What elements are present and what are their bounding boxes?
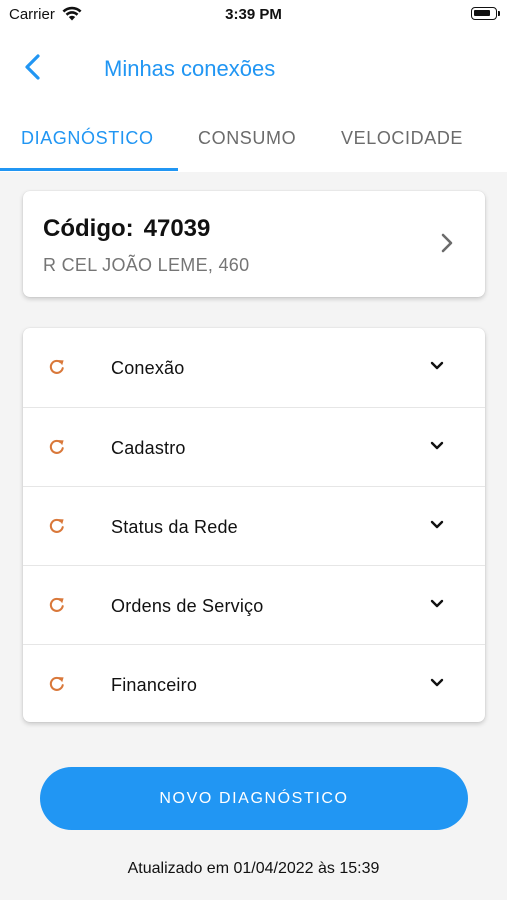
battery-level xyxy=(474,10,490,16)
diagnostic-label: Conexão xyxy=(111,358,185,378)
code-label: Código: xyxy=(43,215,134,242)
diagnostic-item-financeiro[interactable]: Financeiro xyxy=(23,644,485,723)
status-time: 3:39 PM xyxy=(225,6,282,23)
page-title: Minhas conexões xyxy=(104,56,276,81)
connection-card[interactable]: Código: 47039 R CEL JOÃO LEME, 460 xyxy=(23,191,485,297)
diagnostic-item-ordens-de-servico[interactable]: Ordens de Serviço xyxy=(23,565,485,644)
diagnostic-label: Status da Rede xyxy=(111,517,238,537)
refresh-icon xyxy=(49,676,64,691)
connection-address: R CEL JOÃO LEME, 460 xyxy=(43,255,250,275)
refresh-icon xyxy=(49,439,64,454)
refresh-icon xyxy=(49,597,64,612)
new-diagnostic-button[interactable]: NOVO DIAGNÓSTICO xyxy=(40,767,468,830)
chevron-down-icon xyxy=(430,441,444,450)
diagnostic-item-conexao[interactable]: Conexão xyxy=(23,328,485,407)
tab-bar: DIAGNÓSTICO CONSUMO VELOCIDADE xyxy=(0,118,507,172)
refresh-icon xyxy=(49,518,64,533)
tab-consumo[interactable]: CONSUMO xyxy=(198,128,296,149)
diagnostic-item-status-da-rede[interactable]: Status da Rede xyxy=(23,486,485,565)
diagnostic-label: Financeiro xyxy=(111,675,198,695)
chevron-down-icon xyxy=(430,361,444,370)
code-value: 47039 xyxy=(143,215,211,242)
status-bar: Carrier 3:39 PM xyxy=(0,0,507,30)
chevron-right-icon xyxy=(441,233,453,253)
back-button[interactable] xyxy=(18,50,50,84)
diagnostics-list: Conexão Cadastro Status da Rede Ordens d… xyxy=(23,328,485,722)
chevron-left-icon xyxy=(25,54,40,80)
diagnostic-item-cadastro[interactable]: Cadastro xyxy=(23,407,485,486)
connection-code: Código: 47039 xyxy=(43,215,210,243)
last-updated-text: Atualizado em 01/04/2022 às 15:39 xyxy=(127,860,380,877)
battery-icon xyxy=(471,7,500,20)
diagnostic-label: Ordens de Serviço xyxy=(111,596,264,616)
refresh-icon xyxy=(49,359,64,374)
active-tab-indicator xyxy=(0,168,178,171)
chevron-down-icon xyxy=(430,678,444,687)
chevron-down-icon xyxy=(430,599,444,608)
diagnostic-label: Cadastro xyxy=(111,438,186,458)
tab-diagnostico[interactable]: DIAGNÓSTICO xyxy=(21,128,154,149)
tab-velocidade[interactable]: VELOCIDADE xyxy=(341,128,463,149)
chevron-down-icon xyxy=(430,520,444,529)
navigation-bar: Minhas conexões xyxy=(0,40,507,96)
